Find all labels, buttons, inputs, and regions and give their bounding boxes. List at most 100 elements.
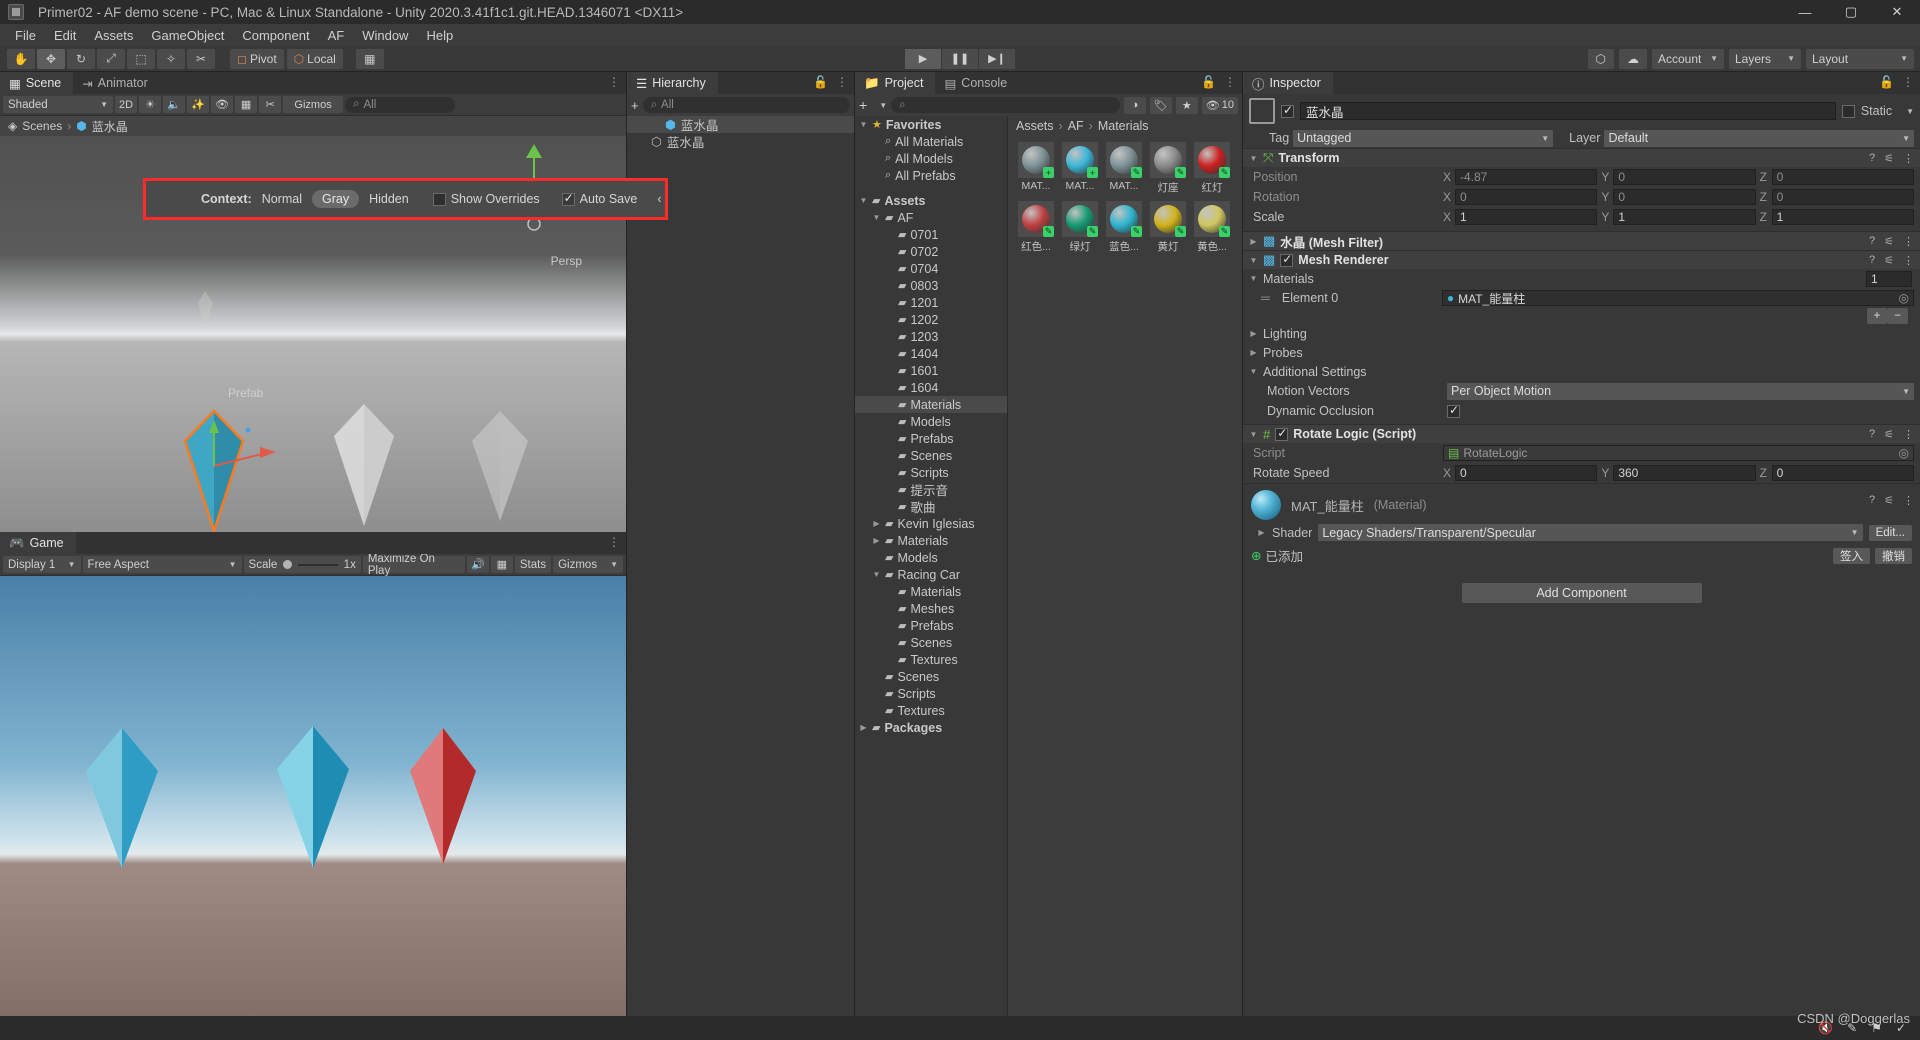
tab-inspector[interactable]: ⓘ Inspector xyxy=(1243,72,1333,94)
project-tree-row[interactable]: ▰ 0803 xyxy=(855,277,1007,294)
minimize-button[interactable]: — xyxy=(1782,0,1828,24)
project-tree-row[interactable]: ▰ 1201 xyxy=(855,294,1007,311)
project-tree-row[interactable]: ▰ Models xyxy=(855,549,1007,566)
auto-save-toggle[interactable]: Auto Save xyxy=(561,191,637,206)
asset-cell[interactable]: ✎ 蓝色... xyxy=(1106,201,1142,254)
drag-handle-icon[interactable]: ═ xyxy=(1261,291,1270,305)
lock-icon[interactable]: 🔓 xyxy=(1201,75,1216,89)
project-tree-row[interactable]: ▰ Meshes xyxy=(855,600,1007,617)
chevron-expand-icon[interactable]: ▼ xyxy=(872,570,881,579)
grid-snap-icon[interactable]: ▦ xyxy=(355,48,384,69)
game-viewport[interactable] xyxy=(0,576,626,1040)
kebab-menu-icon[interactable]: ⋮ xyxy=(1903,152,1914,165)
project-tree-row[interactable]: ▰ Textures xyxy=(855,702,1007,719)
gameobject-name-field[interactable]: 蓝水晶 xyxy=(1300,102,1836,120)
asset-cell[interactable]: ✎ 红灯 xyxy=(1194,142,1230,195)
step-button[interactable]: ▶❙ xyxy=(979,48,1015,69)
rotation-y-input[interactable]: 0 xyxy=(1613,189,1756,205)
project-tree-row[interactable]: ▰ Textures xyxy=(855,651,1007,668)
menu-component[interactable]: Component xyxy=(233,26,318,45)
chevron-collapsed-icon[interactable]: ▶ xyxy=(859,723,868,732)
project-add-button[interactable]: + xyxy=(859,97,867,113)
hidden-assets-counter[interactable]: 👁 10 xyxy=(1201,96,1238,114)
audio-toggle-icon[interactable]: 🔈 xyxy=(163,96,186,113)
help-icon[interactable]: ? xyxy=(1869,494,1875,507)
scale-z-input[interactable]: 1 xyxy=(1771,209,1914,225)
preset-icon[interactable]: ⚟ xyxy=(1884,235,1894,248)
effects-toggle-icon[interactable]: ✨ xyxy=(187,96,210,113)
chevron-collapsed-icon[interactable]: ▶ xyxy=(1249,237,1258,246)
help-icon[interactable]: ? xyxy=(1869,254,1875,267)
context-option-hidden[interactable]: Hidden xyxy=(369,192,409,206)
scale-y-input[interactable]: 1 xyxy=(1613,209,1756,225)
grid-visibility-icon[interactable]: ▦ xyxy=(235,96,258,113)
kebab-menu-icon[interactable]: ⋮ xyxy=(1903,494,1914,507)
hierarchy-row-child[interactable]: ⬡ 蓝水晶 xyxy=(627,133,854,150)
project-tree-row[interactable]: ▼ ★ Favorites xyxy=(855,116,1007,133)
asset-grid[interactable]: + MAT... + MAT... ✎ MAT... ✎ 灯座 ✎ 红灯 ✎ 红色... ✎ 绿灯 ✎ 蓝色.… xyxy=(1008,136,1242,1022)
project-tree-row[interactable]: ▰ Scripts xyxy=(855,464,1007,481)
chevron-collapsed-icon[interactable]: ▶ xyxy=(1249,348,1258,357)
hierarchy-search-input[interactable]: ⌕ All xyxy=(642,97,850,113)
chevron-collapsed-icon[interactable]: ▶ xyxy=(1249,329,1258,338)
scale-x-input[interactable]: 1 xyxy=(1455,209,1598,225)
label-filter-icon[interactable]: 🏷 xyxy=(1149,96,1172,114)
project-tree-row[interactable]: ▰ Models xyxy=(855,413,1007,430)
chevron-expand-icon[interactable]: ▼ xyxy=(859,196,868,205)
game-grid-icon[interactable]: ▦ xyxy=(490,556,513,573)
project-tree-row[interactable]: ▰ Scenes xyxy=(855,447,1007,464)
maximize-on-play-toggle[interactable]: Maximize On Play xyxy=(362,553,465,577)
rotate-tool-icon[interactable]: ↻ xyxy=(67,48,95,69)
move-tool-icon[interactable]: ✥ xyxy=(37,48,65,69)
element0-object-field[interactable]: ● MAT_能量柱 ◎ xyxy=(1441,290,1914,306)
lighting-foldout[interactable]: ▶ Lighting xyxy=(1243,324,1920,343)
tag-dropdown[interactable]: Untagged ▼ xyxy=(1293,129,1554,147)
chevron-expand-icon[interactable]: ▼ xyxy=(1249,430,1258,439)
kebab-menu-icon[interactable]: ⋮ xyxy=(1903,428,1914,441)
rect-tool-icon[interactable]: ⬚ xyxy=(127,48,155,69)
position-x-input[interactable]: -4.87 xyxy=(1455,169,1598,185)
project-tree-row[interactable] xyxy=(855,184,1007,192)
project-folder-tree[interactable]: ▼ ★ Favorites ⌕ All Materials ⌕ All Models ⌕ All… xyxy=(855,116,1008,1040)
script-component-header[interactable]: ▼ # Rotate Logic (Script) ? ⚟ ⋮ xyxy=(1243,424,1920,443)
kebab-menu-icon[interactable]: ⋮ xyxy=(608,75,620,89)
shader-edit-button[interactable]: Edit... xyxy=(1868,524,1912,541)
position-y-input[interactable]: 0 xyxy=(1613,169,1756,185)
gameobject-enabled-checkbox[interactable] xyxy=(1281,103,1294,118)
menu-gameobject[interactable]: GameObject xyxy=(142,26,233,45)
local-toggle[interactable]: ⬡ Local xyxy=(286,48,343,69)
project-tree-row[interactable]: ▰ 0701 xyxy=(855,226,1007,243)
pause-button[interactable]: ❚❚ xyxy=(942,48,978,69)
type-filter-icon[interactable]: ◑ xyxy=(1123,96,1146,114)
kebab-menu-icon[interactable]: ⋮ xyxy=(1903,254,1914,267)
auto-save-checkbox[interactable] xyxy=(561,191,575,206)
asset-cell[interactable]: ✎ 灯座 xyxy=(1150,142,1186,195)
transform-component-header[interactable]: ▼ ⤧ Transform ? ⚟ ⋮ xyxy=(1243,148,1920,167)
script-enabled-checkbox[interactable] xyxy=(1275,426,1289,441)
asset-cell[interactable]: + MAT... xyxy=(1062,142,1098,195)
context-option-normal[interactable]: Normal xyxy=(262,192,302,206)
kebab-menu-icon[interactable]: ⋮ xyxy=(836,75,848,89)
script-object-field[interactable]: ▤ RotateLogic ◎ xyxy=(1443,445,1914,461)
project-tree-row[interactable]: ▰ 1202 xyxy=(855,311,1007,328)
breadcrumb-prefab[interactable]: 蓝水晶 xyxy=(92,118,128,135)
project-tree-row[interactable]: ▰ 0704 xyxy=(855,260,1007,277)
tab-console[interactable]: ▤ Console xyxy=(935,72,1020,94)
asset-cell[interactable]: ✎ 绿灯 xyxy=(1062,201,1098,254)
custom-tool-icon[interactable]: ✂ xyxy=(187,48,215,69)
project-tree-row[interactable]: ▶ ▰ Kevin Iglesias xyxy=(855,515,1007,532)
kebab-menu-icon[interactable]: ⋮ xyxy=(1224,75,1236,89)
tab-project[interactable]: 📁 Project xyxy=(855,72,936,94)
context-option-gray[interactable]: Gray xyxy=(312,190,360,208)
chevron-collapsed-icon[interactable]: ▶ xyxy=(872,519,881,528)
asset-cell[interactable]: + MAT... xyxy=(1018,142,1054,195)
scene-search-input[interactable]: ⌕ All xyxy=(345,96,456,113)
remove-material-button[interactable]: − xyxy=(1887,308,1908,324)
shading-mode-dropdown[interactable]: Shaded ▼ xyxy=(3,96,113,113)
asset-cell[interactable]: ✎ MAT... xyxy=(1106,142,1142,195)
project-tree-row[interactable]: ▼ ▰ AF xyxy=(855,209,1007,226)
breadcrumb-scenes[interactable]: Scenes xyxy=(22,119,62,133)
preset-icon[interactable]: ⚟ xyxy=(1884,428,1894,441)
kebab-menu-icon[interactable]: ⋮ xyxy=(608,535,620,549)
hierarchy-row-prefab-root[interactable]: ⬢ 蓝水晶 xyxy=(627,116,854,133)
